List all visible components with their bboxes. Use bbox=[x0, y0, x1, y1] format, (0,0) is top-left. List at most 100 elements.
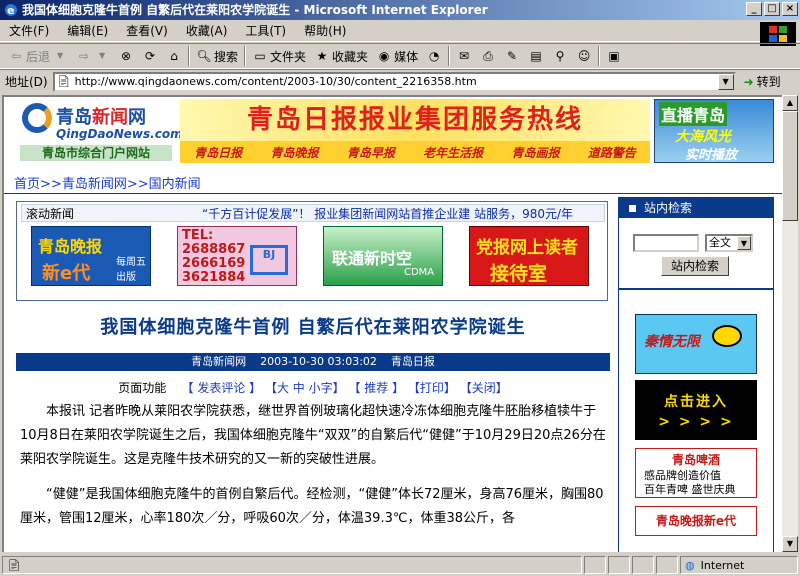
print-icon: ⎙ bbox=[483, 49, 493, 63]
menu-file[interactable]: 文件(F) bbox=[0, 22, 58, 39]
print-link[interactable]: 【打印】 bbox=[408, 381, 456, 395]
print-button[interactable]: ⎙ bbox=[476, 45, 500, 67]
logo-q-icon bbox=[22, 103, 52, 133]
status-pane bbox=[656, 556, 678, 574]
folders-button[interactable]: ▭ 文件夹 bbox=[248, 45, 310, 67]
paper-link[interactable]: 青岛日报 bbox=[194, 144, 242, 161]
menu-help[interactable]: 帮助(H) bbox=[295, 22, 355, 39]
address-input[interactable]: 📄︎ http://www.qingdaonews.com/content/20… bbox=[52, 71, 736, 92]
paper-link[interactable]: 老年生活报 bbox=[423, 144, 483, 161]
scroll-thumb[interactable] bbox=[782, 111, 798, 221]
address-label: 地址(D) bbox=[5, 75, 48, 89]
menu-favorites[interactable]: 收藏(A) bbox=[177, 22, 237, 39]
status-pane bbox=[584, 556, 606, 574]
ad-new-e-generation[interactable]: 青岛晚报 新e代 每周五出版 bbox=[31, 226, 151, 286]
hotline-banner[interactable]: 青岛日报报业集团服务热线 bbox=[180, 99, 650, 141]
bee-icon bbox=[712, 325, 742, 347]
stop-button[interactable]: ⊗ bbox=[114, 45, 138, 67]
paper-link[interactable]: 青岛画报 bbox=[511, 144, 559, 161]
scroll-label: 滚动新闻 bbox=[26, 206, 75, 221]
sidebar-ad-beer[interactable]: 青岛啤酒 感品牌创造价值 百年青啤 盛世庆典 bbox=[635, 448, 757, 498]
back-button[interactable]: ⇦ 后退 ▼ bbox=[4, 45, 72, 67]
mail-button[interactable]: ✉ bbox=[452, 45, 476, 67]
address-bar: 地址(D) 📄︎ http://www.qingdaonews.com/cont… bbox=[0, 69, 800, 93]
house-icon: BJ bbox=[250, 245, 288, 275]
scrolling-news: 滚动新闻 “千方百计促发展”！ 报业集团新闻网站首推企业建 站服务，980元/年 bbox=[21, 204, 605, 222]
scroll-news-link[interactable]: “千方百计促发展”！ 报业集团新闻网站首推企业建 站服务，980元/年 bbox=[202, 205, 573, 221]
forward-arrow-icon: ⇨ bbox=[78, 49, 90, 63]
site-header: 青岛新闻网 QingDaoNews.com 青岛市综合门户网站 青岛日报报业集团… bbox=[16, 99, 774, 163]
paper-link[interactable]: 青岛早报 bbox=[347, 144, 395, 161]
recommend-link[interactable]: 【 推荐 】 bbox=[348, 381, 404, 395]
sidebar-ad-bee[interactable]: 秦情无限 bbox=[635, 314, 757, 374]
breadcrumb-site[interactable]: 青岛新闻网 bbox=[62, 177, 127, 192]
breadcrumb-section[interactable]: 国内新闻 bbox=[149, 177, 201, 192]
close-link[interactable]: 【关闭】 bbox=[460, 381, 508, 395]
mail-icon: ✉ bbox=[459, 49, 470, 63]
edit-button[interactable]: ✎ bbox=[500, 45, 524, 67]
divider bbox=[4, 193, 782, 194]
site-search-button[interactable]: 站内检索 bbox=[661, 256, 729, 276]
ad-unicom-cdma[interactable]: 联通新时空 CDMA bbox=[323, 226, 443, 286]
article-title: 我国体细胞克隆牛首例 自繁后代在莱阳农学院诞生 bbox=[100, 317, 526, 338]
search-button[interactable]: 🔍︎ 搜索 bbox=[192, 45, 242, 67]
article-meta: 青岛新闻网 2003-10-30 03:03:02 青岛日报 bbox=[16, 353, 610, 371]
search-icon: 🔍︎ bbox=[196, 49, 212, 63]
breadcrumb-home[interactable]: 首页 bbox=[14, 177, 40, 192]
window-icon: ▣ bbox=[608, 49, 620, 63]
article-paragraph: “健健”是我国体细胞克隆牛的首例自繁后代。经检测，“健健”体长72厘米，身高76… bbox=[20, 487, 604, 526]
svg-text:e: e bbox=[7, 4, 14, 17]
home-button[interactable]: ⌂ bbox=[162, 45, 186, 67]
window-title: 我国体细胞克隆牛首例 自繁后代在莱阳农学院诞生 - Microsoft Inte… bbox=[22, 3, 488, 17]
live-qingdao-ad[interactable]: 直播青岛 大海风光 实时播放 bbox=[654, 99, 774, 163]
folder-icon: ▭ bbox=[254, 49, 266, 63]
menu-bar: 文件(F) 编辑(E) 查看(V) 收藏(A) 工具(T) 帮助(H) bbox=[0, 20, 800, 42]
refresh-button[interactable]: ⟳ bbox=[138, 45, 162, 67]
forward-button[interactable]: ⇨ ▼ bbox=[72, 45, 114, 67]
paper-link[interactable]: 青岛晚报 bbox=[270, 144, 318, 161]
media-button[interactable]: ◉ 媒体 bbox=[372, 45, 422, 67]
sidebar-ad-enter[interactable]: 点击进入 > > > > bbox=[635, 380, 757, 440]
go-button[interactable]: ➜ 转到 bbox=[744, 73, 781, 90]
go-arrow-icon: ➜ bbox=[743, 74, 754, 89]
ad-tel[interactable]: TEL: 2688867 2666169 3621884 BJ bbox=[177, 226, 297, 286]
address-dropdown-button[interactable]: ▼ bbox=[717, 73, 734, 90]
window-button[interactable]: ▣ bbox=[602, 45, 626, 67]
title-bar: e 我国体细胞克隆牛首例 自繁后代在莱阳农学院诞生 - Microsoft In… bbox=[0, 0, 800, 20]
discuss-button[interactable]: ▤ bbox=[524, 45, 548, 67]
browser-window: e 我国体细胞克隆牛首例 自繁后代在莱阳农学院诞生 - Microsoft In… bbox=[0, 0, 800, 576]
vertical-scrollbar[interactable]: ▲ ▼ bbox=[782, 95, 798, 552]
edit-icon: ✎ bbox=[507, 49, 518, 63]
history-button[interactable]: ◔ bbox=[422, 45, 446, 67]
menu-view[interactable]: 查看(V) bbox=[117, 22, 177, 39]
discuss-icon: ▤ bbox=[530, 49, 542, 63]
status-pane bbox=[608, 556, 630, 574]
site-logo[interactable]: 青岛新闻网 QingDaoNews.com 青岛市综合门户网站 bbox=[16, 99, 183, 163]
page-functions: 页面功能 【 发表评论 】 【大 中 小字】 【 推荐 】 【打印】 【关闭】 bbox=[16, 379, 610, 396]
comment-link[interactable]: 【 发表评论 】 bbox=[182, 381, 262, 395]
maximize-button[interactable]: □ bbox=[764, 2, 780, 16]
article-body: 本报讯 记者昨晚从莱阳农学院获悉，继世界首例玻璃化超快速冷冻体细胞克隆牛胚胎移植… bbox=[20, 400, 606, 542]
menu-edit[interactable]: 编辑(E) bbox=[58, 22, 117, 39]
paper-link[interactable]: 道路警告 bbox=[588, 144, 636, 161]
close-button[interactable]: × bbox=[782, 2, 798, 16]
article-paragraph: 本报讯 记者昨晚从莱阳农学院获悉，继世界首例玻璃化超快速冷冻体细胞克隆牛胚胎移植… bbox=[20, 404, 606, 467]
home-icon: ⌂ bbox=[170, 49, 178, 63]
messenger-button[interactable]: ☺ bbox=[572, 45, 596, 67]
search-scope-select[interactable]: 全文 ▼ bbox=[705, 234, 753, 252]
ad-reader-reception[interactable]: 党报网上读者 接待室 bbox=[469, 226, 589, 286]
chevron-down-icon: ▼ bbox=[737, 236, 751, 250]
status-text: 📄︎ bbox=[2, 556, 582, 574]
favorites-button[interactable]: ★ 收藏夹 bbox=[310, 45, 372, 67]
scroll-down-button[interactable]: ▼ bbox=[782, 536, 798, 552]
page-viewport: 青岛新闻网 QingDaoNews.com 青岛市综合门户网站 青岛日报报业集团… bbox=[2, 95, 782, 552]
refresh-icon: ⟳ bbox=[144, 49, 156, 63]
font-size-link[interactable]: 【大 中 小字】 bbox=[265, 381, 345, 395]
research-button[interactable]: ⚲ bbox=[548, 45, 572, 67]
scroll-up-button[interactable]: ▲ bbox=[782, 95, 798, 111]
sidebar-ad-evening-news[interactable]: 青岛晚报新e代 bbox=[635, 506, 757, 536]
search-header: 站内检索 bbox=[619, 198, 773, 218]
site-search-input[interactable] bbox=[633, 234, 699, 252]
menu-tools[interactable]: 工具(T) bbox=[236, 22, 295, 39]
minimize-button[interactable]: _ bbox=[746, 2, 762, 16]
